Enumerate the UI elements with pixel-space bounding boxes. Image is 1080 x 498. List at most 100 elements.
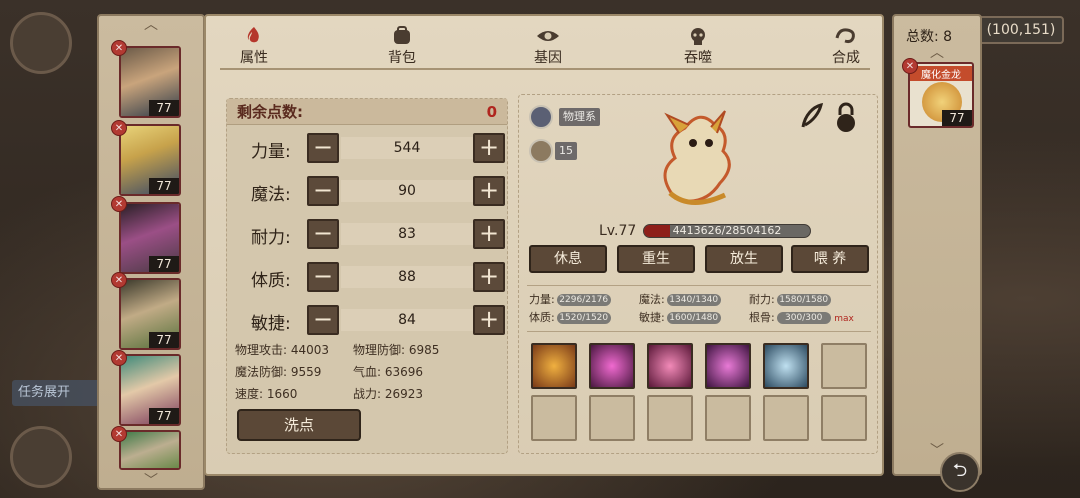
skill-slot-empty[interactable] [589, 395, 635, 441]
skill-slot-empty[interactable] [531, 395, 577, 441]
minus-button[interactable]: − [307, 262, 339, 292]
aptitude-endurance: 耐力: 1580/1580 [749, 291, 831, 307]
remove-badge-icon[interactable]: ✕ [111, 120, 127, 136]
derived-stat: 物理防御: 6985 [353, 343, 440, 357]
remove-badge-icon[interactable]: ✕ [111, 272, 127, 288]
rebirth-button[interactable]: 重生 [617, 245, 695, 273]
hero-level: 77 [149, 256, 179, 272]
pet-total: 总数: 8 [906, 29, 953, 45]
derived-stat: 物理攻击: 44003 [235, 343, 330, 357]
stat-value: 90 [341, 180, 473, 202]
minus-button[interactable]: − [307, 133, 339, 163]
stat-row-strength: 力量: − 544 + [227, 133, 507, 165]
derived-stat: 魔法防御: 9559 [235, 365, 322, 379]
aptitude-agility: 敏捷: 1600/1480 [639, 309, 721, 325]
remove-badge-icon[interactable]: ✕ [111, 350, 127, 366]
remove-badge-icon[interactable]: ✕ [111, 426, 127, 442]
hero-list[interactable]: ︿ ✕ 77 ✕ 77 ✕ 77 ✕ 77 ✕ 77 ✕ ﹀ [97, 14, 205, 490]
plus-button[interactable]: + [473, 305, 505, 335]
pet-exp-bar: 4413626/28504162 [643, 224, 811, 238]
hero-card[interactable]: 77 [119, 124, 181, 196]
divider [527, 285, 871, 286]
tab-backpack[interactable]: 背包 [372, 26, 432, 67]
hero-level: 77 [149, 332, 179, 348]
remove-badge-icon[interactable]: ✕ [111, 196, 127, 212]
stat-value: 83 [341, 223, 473, 245]
tab-gene[interactable]: 基因 [518, 26, 578, 67]
skill-slot-claw[interactable] [589, 343, 635, 389]
pet-portrait [663, 110, 731, 205]
skill-slot-star[interactable] [705, 343, 751, 389]
minus-button[interactable]: − [307, 305, 339, 335]
derived-stat: 气血: 63696 [353, 365, 424, 379]
max-label: max [834, 314, 854, 324]
hero-level: 77 [149, 100, 179, 116]
pet-count: 15 [555, 142, 577, 160]
hero-card[interactable] [119, 430, 181, 470]
remaining-points-value: 0 [486, 103, 497, 121]
stat-row-constitution: 体质: − 88 + [227, 262, 507, 294]
list-icon[interactable] [529, 105, 553, 129]
remaining-points: 剩余点数: 0 [227, 99, 507, 125]
aptitude-magic: 魔法: 1340/1340 [639, 291, 721, 307]
swirl-icon [835, 28, 855, 44]
plus-button[interactable]: + [473, 262, 505, 292]
skill-slot-flame[interactable] [531, 343, 577, 389]
player-avatar[interactable] [10, 12, 72, 74]
scroll-up-icon[interactable]: ︿ [99, 18, 203, 32]
tab-divider [220, 68, 870, 70]
map-button[interactable] [10, 426, 72, 488]
pet-list[interactable]: 总数: 8 ︿ ✕ 魔化金龙 77 ﹀ [892, 14, 982, 476]
hero-card[interactable]: 77 [119, 46, 181, 118]
tab-synthesis[interactable]: 合成 [816, 26, 876, 67]
return-button[interactable]: ⮌ [940, 452, 980, 492]
skull-icon [691, 28, 705, 45]
divider [527, 331, 871, 332]
skill-slot-shield[interactable] [647, 343, 693, 389]
derived-stat: 战力: 26923 [353, 387, 424, 401]
derived-stat: 速度: 1660 [235, 387, 298, 401]
skill-slot-ice[interactable] [763, 343, 809, 389]
minus-button[interactable]: − [307, 219, 339, 249]
tab-devour[interactable]: 吞噬 [668, 26, 728, 67]
minus-button[interactable]: − [307, 176, 339, 206]
eye-icon [537, 31, 559, 41]
plus-button[interactable]: + [473, 133, 505, 163]
skill-slot-empty[interactable] [821, 395, 867, 441]
stat-value: 84 [341, 309, 473, 331]
rest-button[interactable]: 休息 [529, 245, 607, 273]
flame-icon [247, 27, 259, 43]
remove-badge-icon[interactable]: ✕ [902, 58, 918, 74]
plus-button[interactable]: + [473, 219, 505, 249]
stat-value: 88 [341, 266, 473, 288]
pet-type-label: 物理系 [559, 108, 600, 126]
lock-icon[interactable] [831, 101, 861, 133]
pet-card[interactable]: 魔化金龙 77 [908, 62, 974, 128]
paw-icon [529, 139, 553, 163]
skill-slot-empty[interactable] [821, 343, 867, 389]
plus-button[interactable]: + [473, 176, 505, 206]
skill-slot-empty[interactable] [705, 395, 751, 441]
release-button[interactable]: 放生 [705, 245, 783, 273]
skill-slot-empty[interactable] [763, 395, 809, 441]
attribute-panel: 剩余点数: 0 力量: − 544 + 魔法: − 90 + 耐力: − 83 … [226, 98, 508, 454]
reset-points-button[interactable]: 洗点 [237, 409, 361, 441]
mission-expand-tab[interactable]: 任务展开 [12, 380, 104, 406]
pet-card-level: 77 [942, 110, 972, 126]
feather-icon[interactable] [797, 101, 825, 131]
hero-card[interactable]: 77 [119, 278, 181, 350]
hero-card[interactable]: 77 [119, 354, 181, 426]
stat-value: 544 [341, 137, 473, 159]
pet-panel: 物理系 15 Lv.77 4413626/28504162 休息 重生 放生 喂… [518, 94, 878, 454]
stat-row-agility: 敏捷: − 84 + [227, 305, 507, 337]
scroll-down-icon[interactable]: ﹀ [99, 474, 203, 488]
aptitude-constitution: 体质: 1520/1520 [529, 309, 611, 325]
stat-row-endurance: 耐力: − 83 + [227, 219, 507, 251]
tab-attributes[interactable]: 属性 [224, 26, 284, 67]
skill-slot-empty[interactable] [647, 395, 693, 441]
hero-level: 77 [149, 408, 179, 424]
backpack-icon [394, 26, 410, 44]
hero-card[interactable]: 77 [119, 202, 181, 274]
remove-badge-icon[interactable]: ✕ [111, 40, 127, 56]
feed-button[interactable]: 喂 养 [791, 245, 869, 273]
